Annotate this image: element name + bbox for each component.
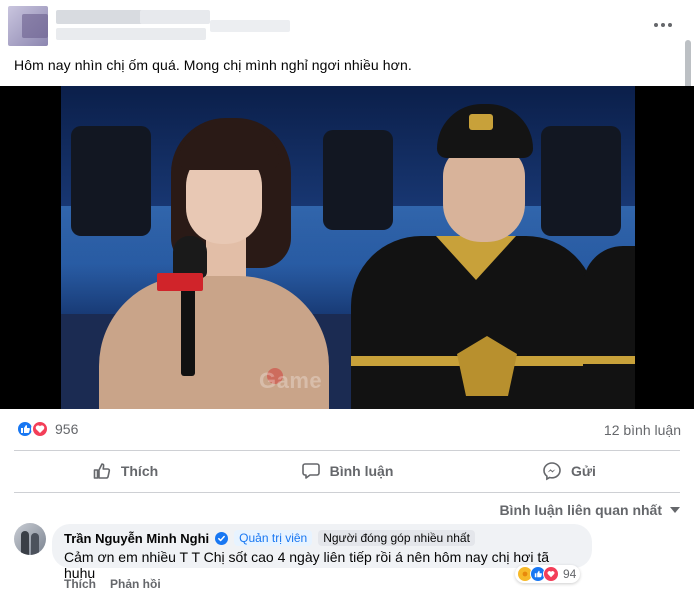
chair [323,130,393,230]
top-contributor-badge: Người đóng góp nhiều nhất [318,530,475,546]
comment-actions: Thích Phản hồi [64,577,161,591]
watermark: Game [259,368,323,393]
comment-button[interactable]: Bình luận [236,453,458,489]
person-man-cap [437,104,533,158]
post-header [0,0,694,50]
microphone-icon [173,236,207,278]
post-text: Hôm nay nhìn chị ốm quá. Mong chị mình n… [14,57,412,73]
comment-author[interactable]: Trần Nguyễn Minh Nghi [64,531,209,546]
person-woman-bangs [179,126,279,170]
avatar-figure [21,531,29,555]
admin-badge: Quản trị viên [234,530,313,546]
blurred-header-text [56,28,206,40]
like-label: Thích [120,463,159,479]
divider [14,450,680,451]
send-label: Gửi [571,463,596,479]
like-button[interactable]: Thích [14,453,236,489]
comment-icon [301,463,320,479]
microphone-handle [181,276,195,376]
comment-reactions-count: 94 [563,567,577,581]
love-icon [543,566,559,582]
blurred-header-text [140,10,210,24]
comment-bubble: Trần Nguyễn Minh Nghi Quản trị viên Ngườ… [52,524,592,581]
avatar[interactable] [14,523,46,555]
love-icon [31,420,49,438]
blurred-name [22,14,48,38]
media-image[interactable]: Game [61,86,635,409]
comment-sort-label: Bình luận liên quan nhất [499,502,662,518]
person-right [583,246,635,409]
comment-reply-button[interactable]: Phản hồi [110,577,161,591]
post-media[interactable]: Game [0,86,694,409]
chair [71,126,151,236]
verified-badge-icon [215,531,229,545]
avatar-figure [31,533,39,555]
cap-logo-icon [469,114,493,130]
more-dot-icon [661,23,665,27]
more-options-button[interactable] [652,14,674,36]
reactions-count: 956 [55,421,79,437]
microphone-flag [157,273,203,291]
comment-sort-dropdown[interactable]: Bình luận liên quan nhất [499,502,680,518]
comment-label: Bình luận [329,463,394,479]
post-actions: Thích Bình luận Gửi [14,453,680,489]
reactions-summary[interactable]: 956 [16,420,78,438]
more-dot-icon [654,23,658,27]
comments-count[interactable]: 12 bình luận [604,422,681,438]
comment-reactions[interactable]: 94 [515,565,581,583]
send-button[interactable]: Gửi [458,453,680,489]
blurred-header-text [210,20,290,32]
messenger-icon [543,462,561,481]
chevron-down-icon [670,507,680,513]
chair [541,126,621,236]
comment-author-line: Trần Nguyễn Minh Nghi Quản trị viên Ngườ… [64,529,580,547]
thumbs-up-icon [93,463,110,479]
post-stats: 956 12 bình luận [0,416,694,444]
divider [14,492,680,493]
person-right-stripe [583,356,635,364]
person-man-face [443,146,525,242]
comment-like-button[interactable]: Thích [64,577,96,591]
more-dot-icon [668,23,672,27]
